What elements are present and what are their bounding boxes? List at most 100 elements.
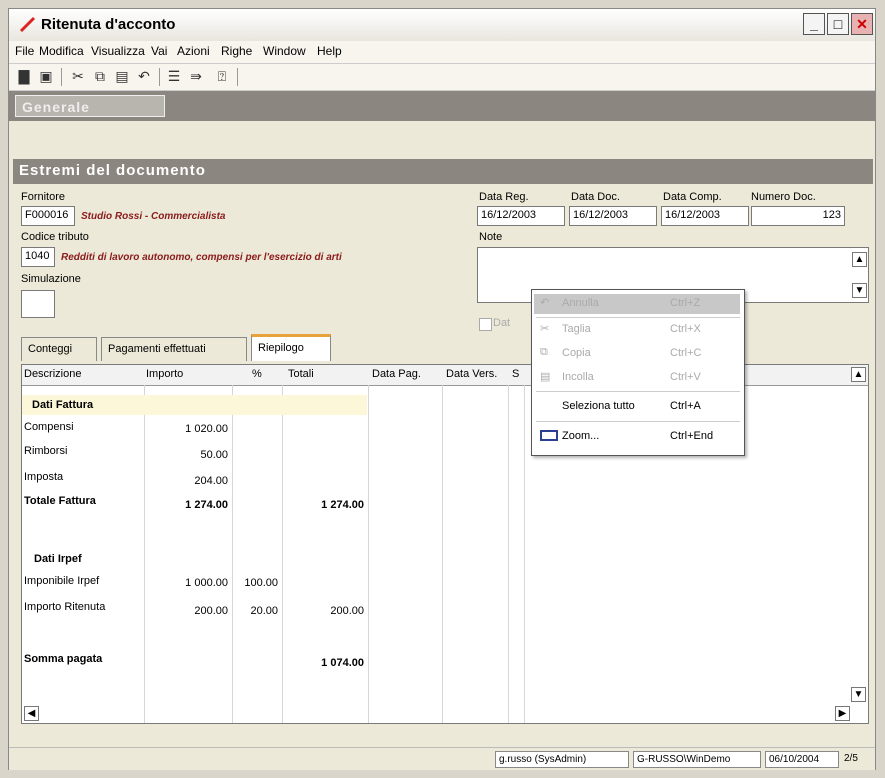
row-imponibile-importo: 1 000.00 <box>185 577 228 589</box>
row-compensi-importo: 1 020.00 <box>185 423 228 435</box>
menu-zoom-shortcut: Ctrl+End <box>670 430 714 442</box>
col-divider <box>368 385 369 723</box>
menu-separator <box>536 421 740 422</box>
toolbar-separator <box>159 68 160 86</box>
note-scroll-up-icon[interactable]: ▲ <box>852 252 867 267</box>
tab-riepilogo[interactable]: Riepilogo <box>251 334 331 361</box>
cut-icon[interactable]: ✂ <box>69 67 87 85</box>
copy-icon[interactable]: ⧉ <box>91 67 109 85</box>
status-user: g.russo (SysAdmin) <box>495 751 629 768</box>
row-rimborsi-desc: Rimborsi <box>24 445 68 457</box>
menu-separator <box>536 317 740 318</box>
undo-icon[interactable]: ↶ <box>135 67 153 85</box>
app-pencil-icon <box>19 16 36 33</box>
col-importo[interactable]: Importo <box>146 368 183 380</box>
row-totale-fattura-desc: Totale Fattura <box>24 495 96 507</box>
document-section-band: Estremi del documento <box>13 159 873 184</box>
menu-annulla[interactable]: Annulla <box>562 297 599 309</box>
menu-window[interactable]: Window <box>263 44 306 58</box>
numero-doc-field[interactable]: 123 <box>751 206 845 226</box>
menu-azioni[interactable]: Azioni <box>177 44 210 58</box>
save-close-icon[interactable]: ▣ <box>37 67 55 85</box>
zoom-menu-icon <box>540 430 558 441</box>
menu-seleziona-tutto[interactable]: Seleziona tutto <box>562 400 635 412</box>
app-window: Ritenuta d'acconto _ □ ✕ File Modifica V… <box>8 8 876 770</box>
codice-tributo-label: Codice tributo <box>21 231 89 243</box>
minimize-button[interactable]: _ <box>803 13 825 35</box>
tab-conteggi[interactable]: Conteggi <box>21 337 97 361</box>
data-doc-field[interactable]: 16/12/2003 <box>569 206 657 226</box>
menu-help[interactable]: Help <box>317 44 342 58</box>
delete-row-icon[interactable]: ⇛ <box>187 67 205 85</box>
tab-pagamenti-effettuati[interactable]: Pagamenti effettuati <box>101 337 247 361</box>
data-reg-label: Data Reg. <box>479 191 529 203</box>
col-divider <box>508 385 509 723</box>
general-button[interactable]: Generale <box>15 95 165 117</box>
maximize-button[interactable]: □ <box>827 13 849 35</box>
note-scroll-down-icon[interactable]: ▼ <box>852 283 867 298</box>
row-somma-desc: Somma pagata <box>24 653 103 665</box>
codice-tributo-field[interactable]: 1040 <box>21 247 55 267</box>
menu-file[interactable]: File <box>15 44 34 58</box>
data-comp-field[interactable]: 16/12/2003 <box>661 206 749 226</box>
col-divider <box>282 385 283 723</box>
col-divider <box>524 385 525 723</box>
paste-icon[interactable]: ▤ <box>113 67 131 85</box>
simulazione-field[interactable] <box>21 290 55 318</box>
status-date: 06/10/2004 <box>765 751 839 768</box>
menu-zoom[interactable]: Zoom... <box>562 430 599 442</box>
col-divider <box>144 385 145 723</box>
grid-scroll-down-icon[interactable]: ▼ <box>851 687 866 702</box>
undo-menu-icon: ↶ <box>540 297 550 309</box>
numero-doc-label: Numero Doc. <box>751 191 816 203</box>
cut-menu-icon: ✂ <box>540 323 550 335</box>
menu-visualizza[interactable]: Visualizza <box>91 44 145 58</box>
col-data-pag[interactable]: Data Pag. <box>372 368 421 380</box>
status-bar: g.russo (SysAdmin) G-RUSSO\WinDemo 06/10… <box>9 747 875 770</box>
menu-incolla[interactable]: Incolla <box>562 371 594 383</box>
row-imposta-importo: 204.00 <box>194 475 228 487</box>
row-ritenuta-tot: 200.00 <box>330 605 364 617</box>
menu-seleziona-tutto-shortcut: Ctrl+A <box>670 400 701 412</box>
fornitore-code-field[interactable]: F000016 <box>21 206 75 226</box>
menu-righe[interactable]: Righe <box>221 44 252 58</box>
title-bar[interactable]: Ritenuta d'acconto _ □ ✕ <box>9 9 875 42</box>
toolbar-separator <box>237 68 238 86</box>
data-comp-label: Data Comp. <box>663 191 722 203</box>
menu-modifica[interactable]: Modifica <box>39 44 84 58</box>
col-data-vers[interactable]: Data Vers. <box>446 368 497 380</box>
col-totali[interactable]: Totali <box>288 368 314 380</box>
row-totale-fattura-tot: 1 274.00 <box>321 499 364 511</box>
row-imponibile-perc: 100.00 <box>244 577 278 589</box>
save-icon[interactable]: ▇ <box>15 67 33 85</box>
dat-checkbox[interactable] <box>479 318 492 331</box>
menu-taglia[interactable]: Taglia <box>562 323 591 335</box>
row-imponibile-desc: Imponibile Irpef <box>24 575 100 587</box>
data-reg-field[interactable]: 16/12/2003 <box>477 206 565 226</box>
row-imposta-desc: Imposta <box>24 471 64 483</box>
help-icon[interactable]: ⍰ <box>213 67 231 85</box>
status-page: 2/5 <box>844 753 858 764</box>
grid-scroll-up-icon[interactable]: ▲ <box>851 367 866 382</box>
simulazione-label: Simulazione <box>21 273 81 285</box>
context-menu: ↶ Annulla Ctrl+Z ✂ Taglia Ctrl+X ⧉ Copia… <box>531 289 745 456</box>
row-ritenuta-desc: Importo Ritenuta <box>24 601 106 613</box>
status-machine: G-RUSSO\WinDemo <box>633 751 761 768</box>
col-s[interactable]: S <box>512 368 519 380</box>
col-descrizione[interactable]: Descrizione <box>24 368 81 380</box>
insert-row-icon[interactable]: ☰ <box>165 67 183 85</box>
grid-scroll-right-icon[interactable]: ▶ <box>835 706 850 721</box>
row-ritenuta-importo: 200.00 <box>194 605 228 617</box>
close-button[interactable]: ✕ <box>851 13 873 35</box>
row-somma-tot: 1 074.00 <box>321 657 364 669</box>
toolbar: ▇ ▣ ✂ ⧉ ▤ ↶ ☰ ⇛ ⍰ <box>9 64 875 91</box>
grid-scroll-left-icon[interactable]: ◀ <box>24 706 39 721</box>
paste-menu-icon: ▤ <box>540 371 551 383</box>
menu-annulla-shortcut: Ctrl+Z <box>670 297 701 309</box>
window-title: Ritenuta d'acconto <box>41 16 176 33</box>
menu-vai[interactable]: Vai <box>151 44 167 58</box>
col-percent[interactable]: % <box>252 368 262 380</box>
data-doc-label: Data Doc. <box>571 191 620 203</box>
section-dati-fattura: Dati Fattura <box>32 399 94 411</box>
menu-copia[interactable]: Copia <box>562 347 591 359</box>
